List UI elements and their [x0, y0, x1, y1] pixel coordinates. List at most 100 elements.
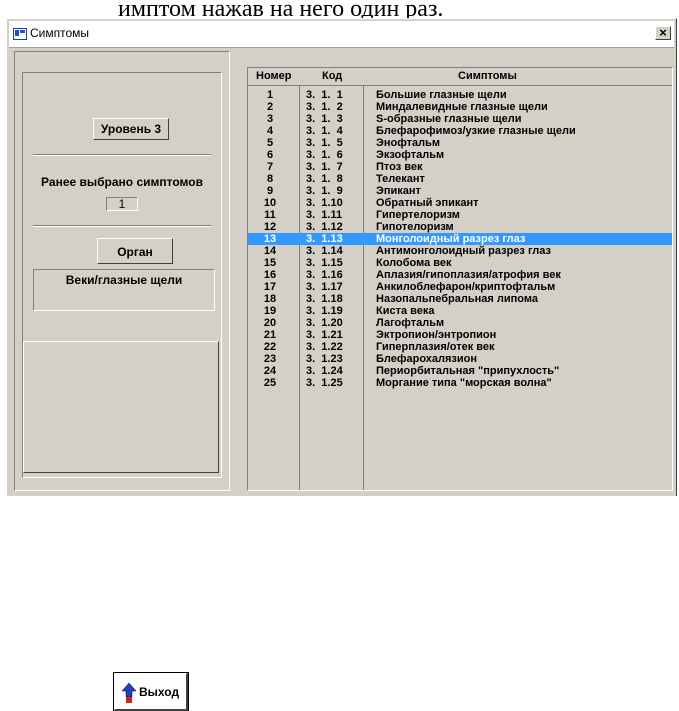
row-code: 3. 1. 2: [306, 101, 343, 113]
row-code: 3. 1.21: [306, 329, 343, 341]
header-symptoms[interactable]: Симптомы: [458, 70, 517, 82]
list-row[interactable]: 17 3. 1.17 Анкилоблефарон/криптофтальм: [248, 281, 672, 293]
list-row[interactable]: 10 3. 1.10 Обратный эпикант: [248, 197, 672, 209]
row-symptom: Птоз век: [376, 161, 423, 173]
list-row[interactable]: 12 3. 1.12 Гипотелоризм: [248, 221, 672, 233]
row-symptom: Телекант: [376, 173, 425, 185]
row-number: 2: [266, 101, 274, 113]
row-number: 12: [263, 221, 277, 233]
row-symptom: Аплазия/гипоплазия/атрофия век: [376, 269, 561, 281]
row-code: 3. 1.11: [306, 209, 343, 221]
app-window-icon: [13, 28, 27, 40]
row-symptom: Энофтальм: [376, 137, 441, 149]
list-row[interactable]: 14 3. 1.14 Антимонголоидный разрез глаз: [248, 245, 672, 257]
header-code[interactable]: Код: [322, 70, 342, 82]
row-code: 3. 1.12: [306, 221, 343, 233]
divider: [33, 154, 211, 156]
row-symptom: Обратный эпикант: [376, 197, 479, 209]
list-row[interactable]: 5 3. 1. 5 Энофтальм: [248, 137, 672, 149]
title-bar[interactable]: Симптомы ×: [9, 21, 674, 48]
list-row[interactable]: 18 3. 1.18 Назопальпебральная липома: [248, 293, 672, 305]
row-code: 3. 1.13: [306, 233, 343, 245]
row-code: 3. 1. 6: [306, 149, 343, 161]
row-code: 3. 1.18: [306, 293, 343, 305]
row-number: 4: [266, 125, 274, 137]
organ-label: Орган: [97, 238, 173, 264]
row-symptom: Анкилоблефарон/криптофтальм: [376, 281, 556, 293]
list-row[interactable]: 2 3. 1. 2 Миндалевидные глазные щели: [248, 101, 672, 113]
symptoms-list[interactable]: Номер Код Симптомы 1 3. 1. 1 Большие глазн…: [247, 67, 673, 491]
row-number: 23: [263, 353, 277, 365]
row-code: 3. 1. 8: [306, 173, 343, 185]
list-body: 1 3. 1. 1 Большие глазные щели 2 3. 1. 2 Минд…: [248, 85, 672, 490]
divider: [33, 225, 211, 227]
close-button[interactable]: ×: [655, 26, 671, 40]
row-code: 3. 1.10: [306, 197, 343, 209]
row-number: 3: [266, 113, 274, 125]
row-number: 11: [264, 209, 276, 221]
row-symptom: Эктропион/энтропион: [376, 329, 497, 341]
exit-area: Выход: [23, 341, 219, 711]
row-code: 3. 1.14: [306, 245, 343, 257]
row-code: 3. 1.15: [306, 257, 343, 269]
exit-button-label: Выход: [139, 685, 180, 699]
row-code: 3. 1.23: [306, 353, 343, 365]
list-row[interactable]: 1 3. 1. 1 Большие глазные щели: [248, 89, 672, 101]
row-symptom: Гиперплазия/отек век: [376, 341, 495, 353]
level-indicator: Уровень 3: [93, 118, 169, 140]
symptoms-window: Симптомы × Уровень 3 Ранее выбрано симпт…: [6, 18, 677, 711]
list-row[interactable]: 7 3. 1. 7 Птоз век: [248, 161, 672, 173]
header-number[interactable]: Номер: [256, 70, 292, 82]
row-code: 3. 1.17: [306, 281, 343, 293]
previously-selected-count: 1: [106, 197, 138, 211]
row-symptom: Экзофтальм: [376, 149, 445, 161]
list-row[interactable]: 23 3. 1.23 Блефарохалязион: [248, 353, 672, 365]
row-symptom: Блефарохалязион: [376, 353, 478, 365]
row-code: 3. 1.16: [306, 269, 343, 281]
list-row[interactable]: 8 3. 1. 8 Телекант: [248, 173, 672, 185]
list-row[interactable]: 21 3. 1.21 Эктропион/энтропион: [248, 329, 672, 341]
row-symptom: Колобома век: [376, 257, 452, 269]
row-symptom: Лагофтальм: [376, 317, 445, 329]
list-row[interactable]: 24 3. 1.24 Периорбитальная "припухлость": [248, 365, 672, 377]
row-symptom: Назопальпебральная липома: [376, 293, 538, 305]
list-row[interactable]: 4 3. 1. 4 Блефарофимоз/узкие глазные щели: [248, 125, 672, 137]
row-code: 3. 1. 1: [306, 89, 343, 101]
list-row[interactable]: 11 3. 1.11 Гипертелоризм: [248, 209, 672, 221]
organ-value: Веки/глазные щели: [33, 269, 215, 311]
row-number: 8: [266, 173, 274, 185]
row-number: 1: [266, 89, 274, 101]
row-number: 17: [263, 281, 277, 293]
row-symptom: Моргание типа "морская волна": [376, 377, 552, 389]
list-row[interactable]: 22 3. 1.22 Гиперплазия/отек век: [248, 341, 672, 353]
row-code: 3. 1.25: [306, 377, 343, 389]
row-symptom: Антимонголоидный разрез глаз: [376, 245, 551, 257]
list-row[interactable]: 20 3. 1.20 Лагофтальм: [248, 317, 672, 329]
row-symptom: S-образные глазные щели: [376, 113, 522, 125]
row-number: 20: [263, 317, 277, 329]
row-number: 5: [266, 137, 274, 149]
row-symptom: Монголоидный разрез глаз: [376, 233, 526, 245]
row-number: 16: [263, 269, 277, 281]
list-row[interactable]: 9 3. 1. 9 Эпикант: [248, 185, 672, 197]
row-number: 18: [263, 293, 277, 305]
row-number: 10: [263, 197, 277, 209]
list-row[interactable]: 15 3. 1.15 Колобома век: [248, 257, 672, 269]
exit-button[interactable]: Выход: [113, 672, 189, 711]
row-number: 15: [263, 257, 277, 269]
list-row[interactable]: 13 3. 1.13 Монголоидный разрез глаз: [248, 233, 672, 245]
list-row[interactable]: 19 3. 1.19 Киста века: [248, 305, 672, 317]
list-row[interactable]: 16 3. 1.16 Аплазия/гипоплазия/атрофия век: [248, 269, 672, 281]
row-number: 14: [263, 245, 277, 257]
row-number: 22: [263, 341, 277, 353]
row-symptom: Гипотелоризм: [376, 221, 454, 233]
list-row[interactable]: 25 3. 1.25 Моргание типа "морская волна": [248, 377, 672, 389]
row-code: 3. 1. 7: [306, 161, 343, 173]
row-code: 3. 1. 9: [306, 185, 343, 197]
list-row[interactable]: 3 3. 1. 3 S-образные глазные щели: [248, 113, 672, 125]
row-symptom: Эпикант: [376, 185, 421, 197]
list-row[interactable]: 6 3. 1. 6 Экзофтальм: [248, 149, 672, 161]
row-number: 6: [266, 149, 274, 161]
row-symptom: Периорбитальная "припухлость": [376, 365, 560, 377]
row-code: 3. 1. 3: [306, 113, 343, 125]
